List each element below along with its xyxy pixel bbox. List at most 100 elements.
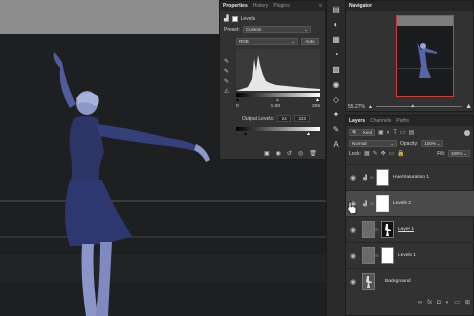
blend-mode-select[interactable]: Normal ⌄: [349, 140, 397, 147]
lock-position-icon[interactable]: ✥: [381, 150, 386, 157]
libraries-icon[interactable]: ▦: [331, 34, 342, 45]
zoom-value[interactable]: 55.27%: [348, 104, 365, 110]
input-gamma-value[interactable]: 1.00: [271, 104, 280, 109]
layer-name[interactable]: Levels 2: [393, 201, 411, 206]
white-point-eyedropper-icon[interactable]: ✎: [224, 77, 229, 87]
tab-layers[interactable]: Layers: [349, 118, 365, 124]
panel-menu-icon[interactable]: ≡: [319, 3, 322, 9]
lock-pixels-icon[interactable]: ▦: [364, 150, 370, 157]
brush-icon[interactable]: ✎: [331, 124, 342, 135]
color-icon[interactable]: ◔: [331, 49, 342, 60]
output-sliders[interactable]: ▲ ▲: [236, 131, 320, 137]
layer-name[interactable]: Hue/Saturation 1: [393, 175, 429, 180]
layer-thumbnail[interactable]: [362, 221, 375, 238]
input-white-value[interactable]: 255: [312, 104, 320, 109]
navigator-panel: Navigator 55.27% ▲ ▲ ▲: [345, 0, 474, 112]
output-white-value[interactable]: 223: [294, 115, 311, 122]
mask-icon[interactable]: [231, 15, 238, 22]
new-group-icon[interactable]: ▭: [454, 299, 460, 306]
clip-to-layer-icon[interactable]: ▣: [264, 150, 270, 157]
eye-icon[interactable]: ◉: [346, 278, 360, 286]
white-input-slider[interactable]: ▲: [315, 97, 320, 103]
smart-filter-icon[interactable]: ▤: [409, 129, 415, 136]
adjustment-filter-icon[interactable]: ◐: [387, 130, 391, 136]
add-mask-icon[interactable]: ◘: [437, 300, 441, 306]
eye-icon[interactable]: ◉: [346, 226, 360, 234]
layer-name[interactable]: Levels 1: [398, 253, 416, 258]
tab-paths[interactable]: Paths: [396, 118, 409, 124]
lock-artboard-icon[interactable]: ▭: [389, 150, 395, 157]
lock-paint-icon[interactable]: ✎: [373, 150, 378, 157]
layer-row-layer-1[interactable]: ◉ ∞ Layer 1: [346, 216, 474, 242]
type-filter-icon[interactable]: T: [393, 130, 397, 136]
tab-channels[interactable]: Channels: [370, 118, 391, 124]
output-black-value[interactable]: 24: [277, 115, 292, 122]
trash-icon[interactable]: 🗑: [309, 150, 317, 157]
levels-histogram[interactable]: [236, 49, 320, 91]
layer-mask-thumbnail[interactable]: [376, 169, 389, 186]
eye-icon[interactable]: ◉: [346, 174, 360, 182]
layer-mask-thumbnail[interactable]: [376, 195, 389, 212]
view-previous-icon[interactable]: ◉: [276, 150, 281, 157]
eye-icon[interactable]: ◉: [346, 252, 360, 260]
layer-mask-thumbnail[interactable]: [381, 247, 394, 264]
swatches-icon[interactable]: ▩: [331, 64, 342, 75]
input-sliders[interactable]: ▲ ▲ ▲: [235, 97, 321, 103]
tab-properties[interactable]: Properties: [223, 3, 248, 9]
reset-icon[interactable]: ↺: [287, 150, 292, 157]
zoom-slider-handle[interactable]: ▲: [410, 103, 415, 109]
adjustments-icon[interactable]: ◐: [331, 19, 342, 30]
levels-adjustment-icon: ▟: [224, 16, 229, 22]
zoom-out-icon[interactable]: ▲: [368, 104, 373, 110]
black-point-eyedropper-icon[interactable]: ✎: [224, 57, 229, 67]
zoom-slider[interactable]: ▲: [375, 103, 463, 109]
layer-name[interactable]: Background: [385, 279, 411, 284]
layer-thumbnail[interactable]: [362, 247, 375, 264]
layer-row-hue-saturation[interactable]: ◉ ▟ ∞ Hue/Saturation 1: [346, 164, 474, 190]
filter-toggle-icon[interactable]: [464, 129, 470, 136]
zoom-in-icon[interactable]: ▲: [465, 103, 472, 110]
history-icon[interactable]: ▤: [331, 4, 342, 15]
channel-select[interactable]: RGB ⌄: [236, 38, 298, 45]
tab-navigator[interactable]: Navigator: [349, 3, 372, 9]
paths-icon[interactable]: ✦: [331, 109, 342, 120]
eye-icon[interactable]: ◉: [331, 79, 342, 90]
new-adjustment-icon[interactable]: ◐: [446, 300, 450, 306]
character-icon[interactable]: A: [331, 139, 342, 150]
tab-history[interactable]: History: [253, 3, 269, 9]
auto-button[interactable]: Auto: [301, 38, 319, 45]
input-black-value[interactable]: 0: [236, 104, 239, 109]
navigator-preview[interactable]: [396, 15, 454, 97]
preset-select[interactable]: Custom ⌄: [242, 26, 311, 33]
layer-name[interactable]: Layer 1: [398, 227, 414, 232]
properties-tabs: Properties History Plugins ≡: [220, 1, 325, 11]
tab-plugins[interactable]: Plugins: [273, 3, 289, 9]
layer-thumbnail[interactable]: [362, 273, 375, 290]
zoom-row: 55.27% ▲ ▲ ▲: [348, 103, 472, 110]
layer-row-levels-1[interactable]: ◉ ∞ Levels 1: [346, 242, 474, 268]
black-output-slider[interactable]: ▲: [243, 131, 248, 137]
layer-row-levels-2[interactable]: ◉ ▟ ∞ Levels 2: [346, 190, 474, 216]
gamma-input-slider[interactable]: ▲: [275, 97, 280, 103]
opacity-field[interactable]: 100% ⌄: [421, 140, 444, 147]
layer-row-background[interactable]: ◉ Background: [346, 268, 474, 294]
shape-filter-icon[interactable]: ▭: [400, 129, 406, 136]
gray-point-eyedropper-icon[interactable]: ✎: [224, 67, 229, 77]
fill-field[interactable]: 100% ⌄: [448, 150, 470, 157]
layers-icon[interactable]: ◇: [331, 94, 342, 105]
navigator-tabs: Navigator: [346, 1, 473, 11]
visibility-icon[interactable]: ◎: [298, 150, 303, 157]
black-input-slider[interactable]: ▲: [235, 97, 240, 103]
kind-filter-select[interactable]: 🔍 Kind: [349, 129, 375, 136]
levels-header: ▟ Levels: [220, 11, 325, 24]
link-layers-icon[interactable]: ∞: [418, 300, 422, 306]
lock-label: Lock:: [349, 150, 361, 157]
white-output-slider[interactable]: ▲: [306, 131, 311, 137]
pixel-filter-icon[interactable]: ▣: [378, 129, 384, 136]
lock-all-icon[interactable]: 🔒: [397, 150, 404, 157]
fill-value: 100%: [451, 151, 463, 156]
new-layer-icon[interactable]: ⊞: [465, 299, 470, 306]
output-levels-row: Output Levels: 24 223: [242, 115, 311, 122]
layer-mask-thumbnail[interactable]: [381, 221, 394, 238]
fx-icon[interactable]: fx: [427, 300, 432, 306]
